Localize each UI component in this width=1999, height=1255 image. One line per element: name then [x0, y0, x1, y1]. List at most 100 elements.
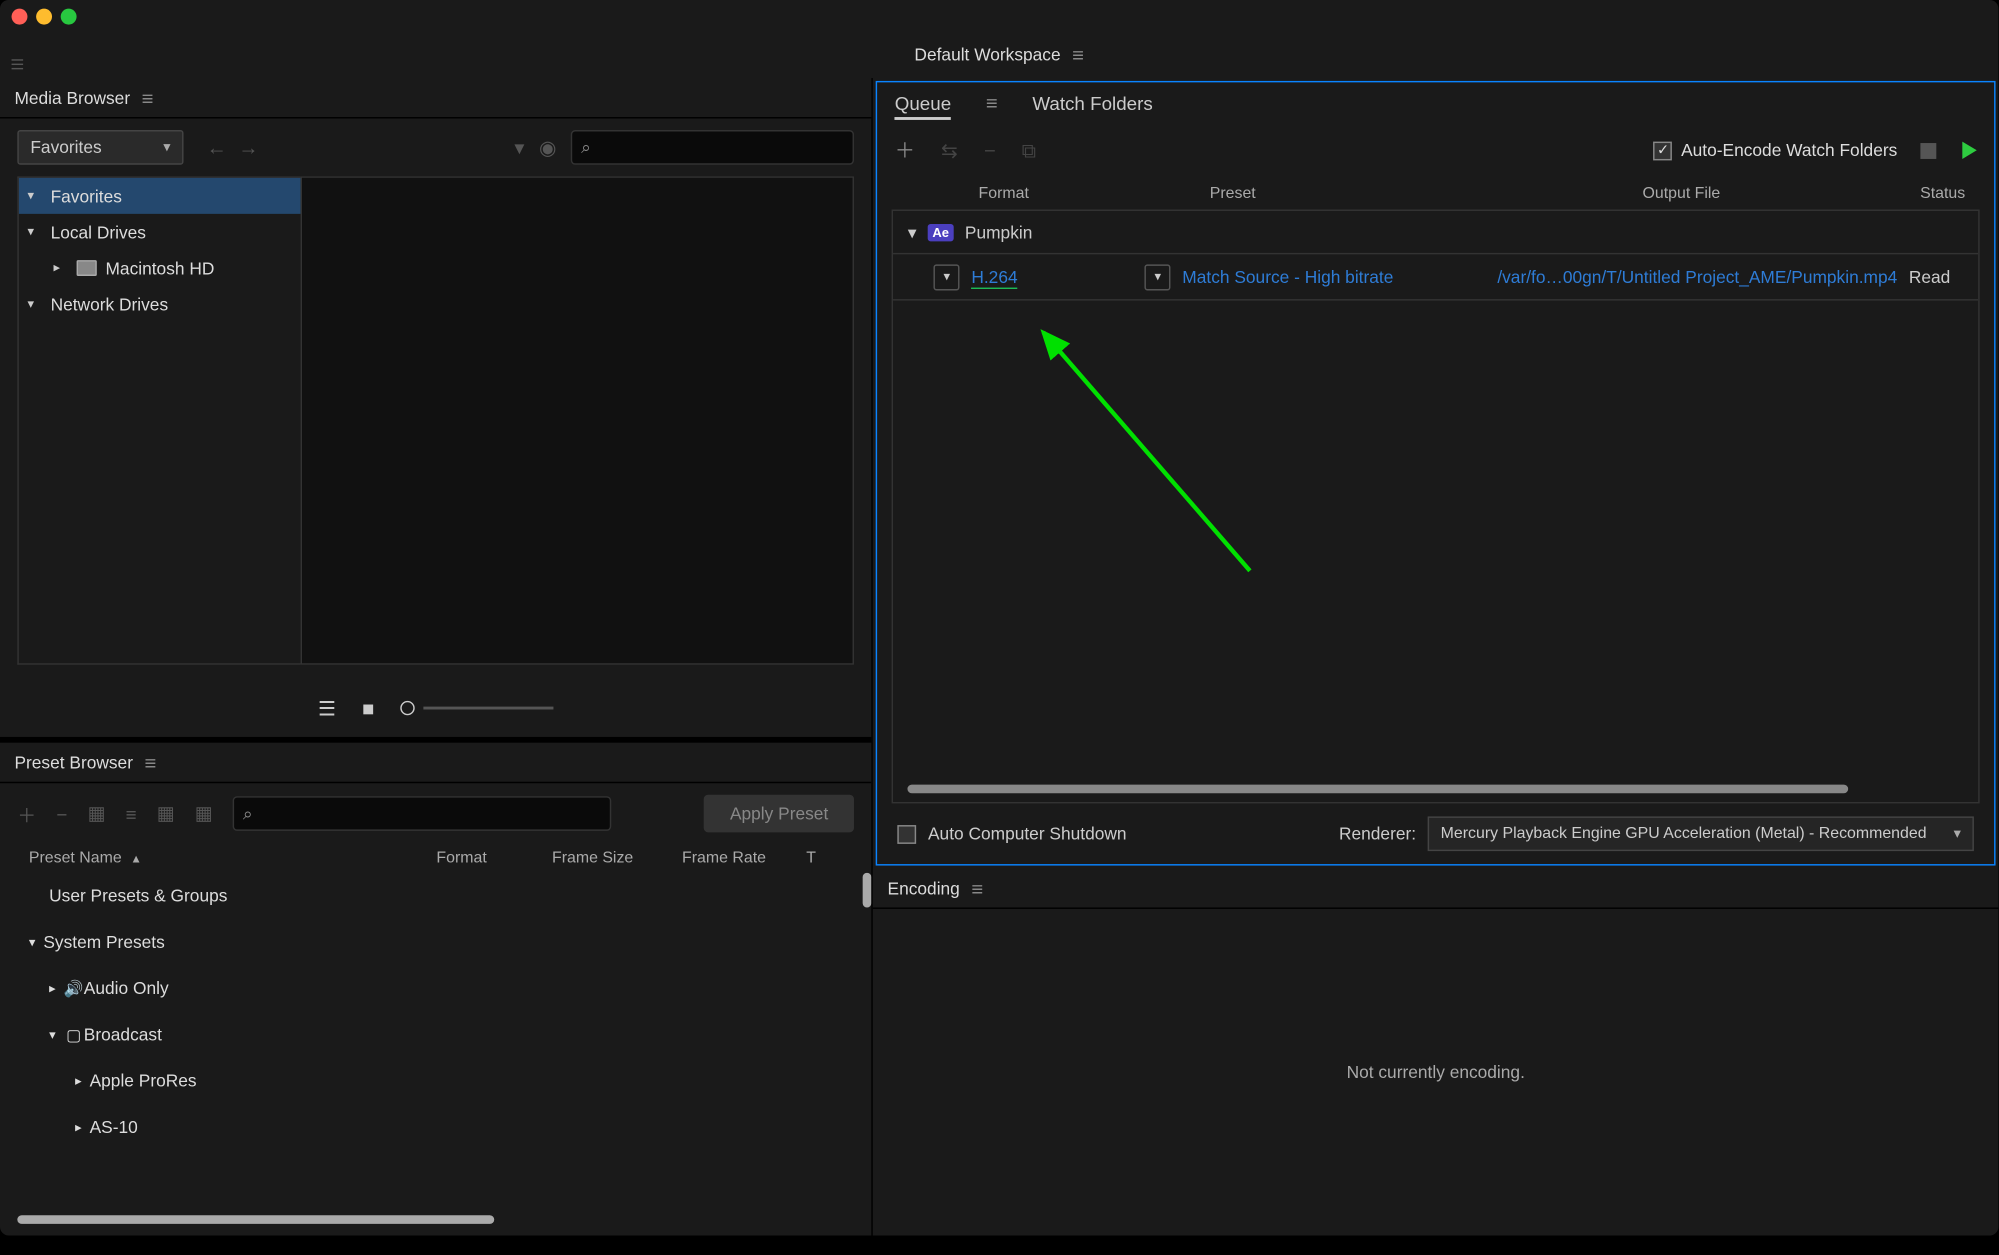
panel-gripper[interactable] — [12, 40, 24, 86]
apply-preset-button[interactable]: Apply Preset — [704, 795, 854, 833]
duplicate-icon[interactable]: ⧉ — [1022, 138, 1036, 163]
favorites-dropdown-label: Favorites — [30, 137, 101, 157]
header-format[interactable]: Format — [436, 850, 552, 867]
horizontal-scrollbar[interactable] — [17, 1215, 494, 1224]
header-preset[interactable]: Preset — [1094, 185, 1470, 202]
eye-icon[interactable]: ◉ — [539, 135, 557, 160]
ae-badge-icon: Ae — [928, 223, 953, 240]
preset-row-label: System Presets — [43, 932, 164, 952]
maximize-window-button[interactable] — [61, 8, 77, 24]
queue-source-row[interactable]: ▾ Ae Pumpkin — [893, 211, 1978, 254]
chevron-right-icon: ▸ — [53, 260, 67, 276]
panel-menu-icon[interactable]: ≡ — [971, 876, 983, 899]
list-view-icon[interactable]: ☰ — [318, 696, 336, 721]
thumbnail-view-icon[interactable]: ■ — [362, 696, 374, 719]
encoding-tab[interactable]: Encoding — [888, 872, 960, 904]
close-window-button[interactable] — [12, 8, 28, 24]
format-dropdown[interactable]: ▾ — [934, 264, 960, 290]
chevron-down-icon: ▾ — [49, 1027, 63, 1043]
media-view-area — [301, 176, 855, 664]
preset-link[interactable]: Match Source - High bitrate — [1182, 267, 1393, 287]
output-file-link[interactable]: /var/fo…00gn/T/Untitled Project_AME/Pump… — [1497, 267, 1897, 287]
workspace-bar: Default Workspace ≡ — [0, 32, 1998, 78]
tree-label: Macintosh HD — [105, 258, 214, 278]
minimize-window-button[interactable] — [36, 8, 52, 24]
sort-asc-icon: ▲ — [130, 852, 141, 865]
favorites-dropdown[interactable]: Favorites ▾ — [17, 130, 183, 165]
panel-menu-icon[interactable]: ≡ — [142, 86, 154, 109]
stop-queue-icon[interactable] — [1920, 142, 1936, 158]
chevron-down-icon: ▾ — [27, 188, 41, 204]
chevron-down-icon: ▾ — [1954, 826, 1961, 842]
tree-item-local-drives[interactable]: ▾ Local Drives — [19, 214, 301, 250]
horizontal-scrollbar[interactable] — [908, 785, 1848, 794]
media-browser-tab[interactable]: Media Browser — [14, 82, 130, 114]
preset-browser-tab[interactable]: Preset Browser — [14, 746, 133, 778]
workspace-label[interactable]: Default Workspace — [914, 45, 1060, 65]
preset-search-field[interactable] — [258, 805, 601, 822]
new-group-icon[interactable]: ▦ — [88, 802, 106, 825]
settings-icon[interactable]: ≡ — [126, 803, 137, 825]
preset-row-apple-prores[interactable]: ▸ Apple ProRes — [17, 1058, 854, 1104]
nav-forward-icon[interactable]: → — [238, 136, 258, 159]
header-frame-size[interactable]: Frame Size — [552, 850, 682, 867]
renderer-dropdown[interactable]: Mercury Playback Engine GPU Acceleration… — [1428, 816, 1974, 851]
tree-item-network-drives[interactable]: ▾ Network Drives — [19, 286, 301, 322]
format-link[interactable]: H.264 — [971, 267, 1017, 289]
queue-output-row[interactable]: ▾ H.264 ▾ Match Source - High bitrate /v… — [893, 254, 1978, 300]
panel-menu-icon[interactable]: ≡ — [145, 751, 157, 774]
export-icon[interactable]: ▦ — [195, 802, 213, 825]
auto-encode-checkbox[interactable] — [1654, 141, 1673, 160]
import-icon[interactable]: ▦ — [157, 802, 175, 825]
filter-icon[interactable]: ▾ — [514, 135, 524, 160]
preset-row-audio-only[interactable]: ▸ 🔊 Audio Only — [17, 965, 854, 1011]
add-source-icon[interactable]: ＋ — [895, 136, 915, 165]
auto-shutdown-checkbox[interactable] — [898, 824, 917, 843]
header-output-file[interactable]: Output File — [1470, 185, 1893, 202]
tab-queue[interactable]: Queue — [895, 86, 951, 119]
chevron-down-icon: ▾ — [29, 934, 43, 950]
panel-menu-icon[interactable]: ≡ — [986, 91, 998, 114]
tree-label: Local Drives — [51, 222, 146, 242]
preset-row-user-presets[interactable]: User Presets & Groups — [17, 873, 854, 919]
media-search-field[interactable] — [597, 139, 844, 156]
zoom-slider[interactable] — [400, 701, 553, 715]
remove-preset-icon[interactable]: − — [56, 803, 67, 825]
preset-row-system-presets[interactable]: ▾ System Presets — [17, 919, 854, 965]
header-status[interactable]: Status — [1893, 185, 1965, 202]
header-format[interactable]: Format — [906, 185, 1094, 202]
header-frame-rate[interactable]: Frame Rate — [682, 850, 806, 867]
preset-row-label: Broadcast — [84, 1025, 162, 1045]
media-search-input[interactable]: ⌕ — [571, 130, 854, 165]
remove-icon[interactable]: − — [984, 139, 996, 162]
speaker-icon: 🔊 — [64, 979, 84, 998]
preset-browser-panel: Preset Browser ≡ ＋ − ▦ ≡ ▦ ▦ ⌕ Apply Pre… — [0, 743, 872, 1236]
nav-back-icon[interactable]: ← — [207, 136, 227, 159]
disk-icon — [77, 260, 97, 276]
workspace-menu-icon[interactable]: ≡ — [1072, 43, 1084, 66]
tree-label: Network Drives — [51, 294, 169, 314]
preset-row-label: Audio Only — [84, 978, 169, 998]
chevron-down-icon: ▾ — [27, 224, 41, 240]
preset-row-label: Apple ProRes — [90, 1071, 197, 1091]
tab-watch-folders[interactable]: Watch Folders — [1032, 86, 1152, 119]
chevron-right-icon: ▸ — [75, 1073, 89, 1089]
encoding-status-text: Not currently encoding. — [1347, 1062, 1525, 1082]
tree-item-macintosh-hd[interactable]: ▸ Macintosh HD — [19, 250, 301, 286]
preset-row-broadcast[interactable]: ▾ ▢ Broadcast — [17, 1012, 854, 1058]
add-preset-icon[interactable]: ＋ — [17, 800, 36, 827]
header-t[interactable]: T — [806, 850, 835, 867]
preset-search-input[interactable]: ⌕ — [233, 796, 612, 831]
add-output-icon[interactable]: ⇆ — [941, 138, 958, 163]
renderer-value: Mercury Playback Engine GPU Acceleration… — [1441, 825, 1927, 842]
media-browser-panel: Media Browser ≡ Favorites ▾ ← → ▾ ◉ — [0, 78, 872, 743]
preset-row-label: AS-10 — [90, 1117, 138, 1137]
tree-item-favorites[interactable]: ▾ Favorites — [19, 178, 301, 214]
header-preset-name[interactable]: Preset Name — [29, 850, 122, 867]
preset-dropdown[interactable]: ▾ — [1145, 264, 1171, 290]
preset-row-as10[interactable]: ▸ AS-10 — [17, 1104, 854, 1150]
vertical-scrollbar[interactable] — [863, 873, 872, 908]
start-queue-icon[interactable] — [1962, 142, 1976, 159]
zoom-knob[interactable] — [400, 701, 414, 715]
auto-shutdown-label: Auto Computer Shutdown — [928, 824, 1127, 844]
